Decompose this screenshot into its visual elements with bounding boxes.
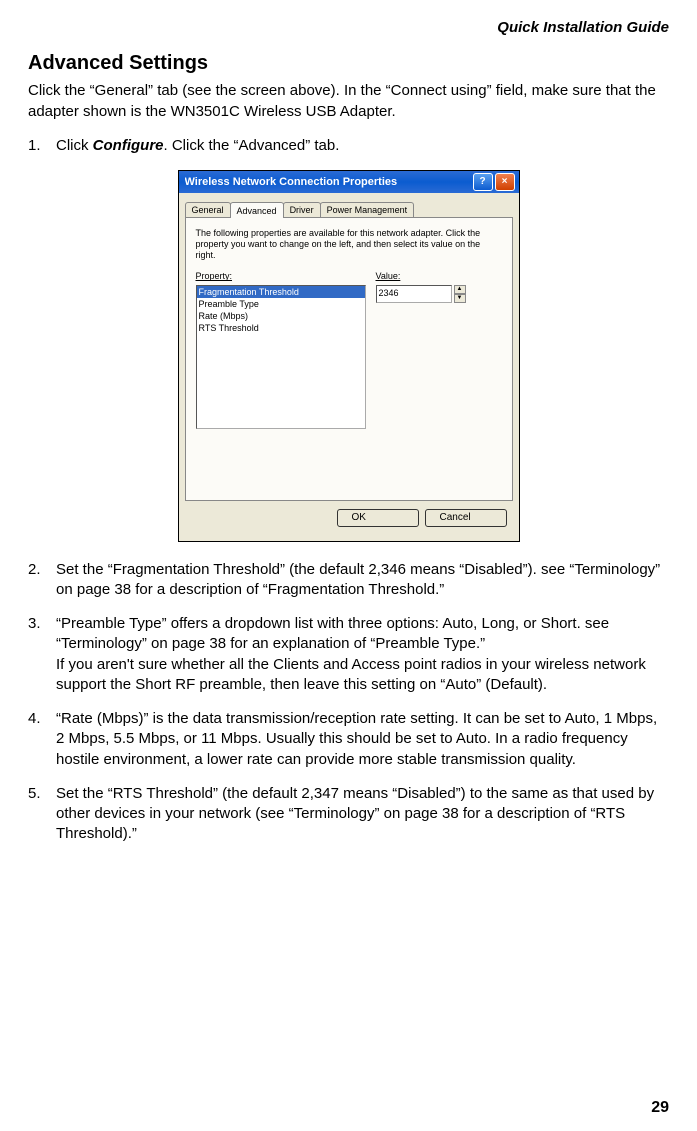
step-2: 2. Set the “Fragmentation Threshold” (th… [28,560,669,601]
tab-advanced[interactable]: Advanced [230,202,284,218]
step-2-number: 2. [28,560,56,601]
tab-driver[interactable]: Driver [283,202,321,217]
ok-button[interactable]: OK [337,509,419,527]
dialog-title: Wireless Network Connection Properties [185,175,471,190]
property-label: Property: [196,270,366,282]
step-1-em: Configure [93,137,164,154]
step-1: 1. Click Configure. Click the “Advanced”… [28,136,669,156]
section-heading: Advanced Settings [28,50,669,77]
property-listbox[interactable]: Fragmentation Threshold Preamble Type Ra… [196,285,366,429]
step-1-pre: Click [56,137,93,154]
tab-strip: General Advanced Driver Power Management [185,199,513,218]
page-number: 29 [651,1097,669,1119]
list-item[interactable]: Preamble Type [197,298,365,310]
list-item[interactable]: Fragmentation Threshold [197,286,365,298]
list-item[interactable]: Rate (Mbps) [197,310,365,322]
tab-power-management[interactable]: Power Management [320,202,415,217]
value-label: Value: [376,270,502,282]
step-2-body: Set the “Fragmentation Threshold” (the d… [56,560,669,601]
spinner-down-icon[interactable]: ▼ [454,294,466,303]
step-3: 3. “Preamble Type” offers a dropdown lis… [28,614,669,695]
step-5-body: Set the “RTS Threshold” (the default 2,3… [56,784,669,845]
step-3-number: 3. [28,614,56,695]
step-1-body: Click Configure. Click the “Advanced” ta… [56,136,669,156]
panel-instruction: The following properties are available f… [196,228,502,260]
list-item[interactable]: RTS Threshold [197,322,365,334]
step-4-body: “Rate (Mbps)” is the data transmission/r… [56,709,669,770]
properties-dialog: Wireless Network Connection Properties ?… [178,170,520,542]
spinner-up-icon[interactable]: ▲ [454,285,466,294]
doc-title: Quick Installation Guide [28,18,669,38]
cancel-button[interactable]: Cancel [425,509,507,527]
step-1-post: . Click the “Advanced” tab. [164,137,340,154]
step-3-body: “Preamble Type” offers a dropdown list w… [56,614,669,695]
value-spinner[interactable]: ▲ ▼ [454,285,466,303]
value-input[interactable]: 2346 [376,285,452,303]
step-5-number: 5. [28,784,56,845]
step-1-number: 1. [28,136,56,156]
advanced-panel: The following properties are available f… [185,217,513,501]
dialog-titlebar: Wireless Network Connection Properties ?… [179,171,519,193]
intro-paragraph: Click the “General” tab (see the screen … [28,81,669,122]
close-icon[interactable]: × [495,173,515,191]
step-4: 4. “Rate (Mbps)” is the data transmissio… [28,709,669,770]
help-icon[interactable]: ? [473,173,493,191]
step-5: 5. Set the “RTS Threshold” (the default … [28,784,669,845]
step-4-number: 4. [28,709,56,770]
tab-general[interactable]: General [185,202,231,217]
